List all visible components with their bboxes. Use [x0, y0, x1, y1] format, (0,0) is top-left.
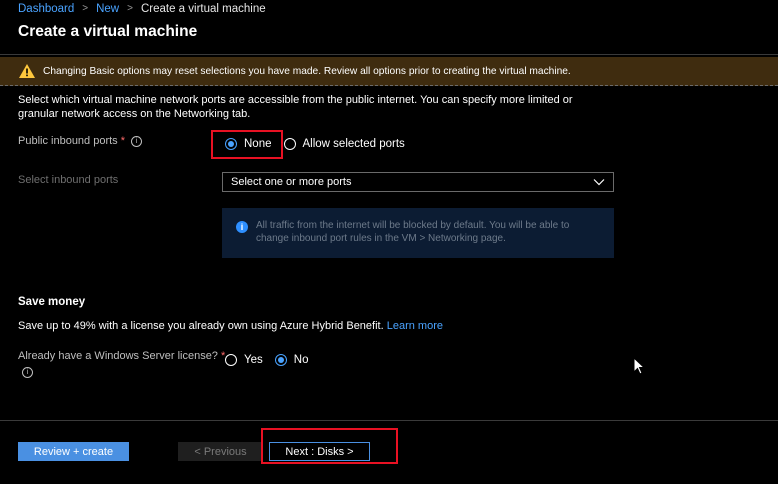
breadcrumb: Dashboard > New > Create a virtual machi…	[18, 0, 266, 17]
required-marker: *	[120, 135, 125, 147]
info-icon[interactable]: i	[130, 135, 142, 147]
radio-none-label[interactable]: None	[244, 138, 272, 150]
radio-allow-selected-ports[interactable]	[283, 138, 296, 150]
dropdown-placeholder: Select one or more ports	[231, 176, 352, 188]
radio-allow-selected-ports-label[interactable]: Allow selected ports	[303, 138, 405, 150]
warning-banner-text: Changing Basic options may reset selecti…	[43, 65, 571, 77]
info-message-text: All traffic from the internet will be bl…	[256, 220, 570, 244]
public-inbound-ports-label-text: Public inbound ports	[18, 135, 118, 147]
warning-banner: Changing Basic options may reset selecti…	[0, 57, 778, 86]
windows-license-label-text: Already have a Windows Server license?	[18, 350, 218, 362]
breadcrumb-dashboard-link[interactable]: Dashboard	[18, 3, 74, 15]
mouse-cursor-icon	[633, 357, 645, 375]
select-inbound-ports-label: Select inbound ports	[18, 174, 119, 186]
info-circle-icon: i	[236, 221, 248, 233]
breadcrumb-separator: >	[127, 3, 133, 14]
windows-license-radio-group: Yes No	[225, 354, 320, 366]
info-icon[interactable]: i	[22, 367, 33, 378]
radio-none[interactable]	[225, 138, 237, 150]
radio-no[interactable]	[274, 354, 287, 366]
public-inbound-ports-label: Public inbound ports * i	[18, 135, 142, 147]
create-vm-page: Dashboard > New > Create a virtual machi…	[0, 0, 778, 484]
public-inbound-ports-radio-group: None Allow selected ports	[225, 138, 417, 150]
info-message-box: i All traffic from the internet will be …	[222, 208, 614, 258]
radio-no-label[interactable]: No	[294, 354, 309, 366]
save-money-text: Save up to 49% with a license you alread…	[18, 320, 443, 332]
page-title: Create a virtual machine	[18, 23, 198, 40]
save-money-description: Save up to 49% with a license you alread…	[18, 320, 384, 332]
radio-yes[interactable]	[225, 354, 237, 366]
save-money-title: Save money	[18, 296, 86, 308]
warning-icon	[19, 64, 35, 78]
windows-license-label: Already have a Windows Server license? * …	[18, 350, 225, 378]
radio-yes-label[interactable]: Yes	[244, 354, 263, 366]
breadcrumb-new-link[interactable]: New	[96, 3, 119, 15]
learn-more-link[interactable]: Learn more	[387, 320, 443, 332]
select-inbound-ports-dropdown[interactable]: Select one or more ports	[222, 172, 614, 192]
footer-divider	[0, 420, 778, 421]
breadcrumb-separator: >	[82, 3, 89, 14]
chevron-down-icon	[593, 179, 605, 186]
review-create-button[interactable]: Review + create	[18, 442, 129, 461]
title-divider	[0, 54, 778, 55]
next-disks-button[interactable]: Next : Disks >	[269, 442, 370, 461]
previous-button[interactable]: < Previous	[178, 442, 263, 461]
intro-text: Select which virtual machine network por…	[18, 94, 573, 120]
breadcrumb-current: Create a virtual machine	[140, 2, 266, 15]
